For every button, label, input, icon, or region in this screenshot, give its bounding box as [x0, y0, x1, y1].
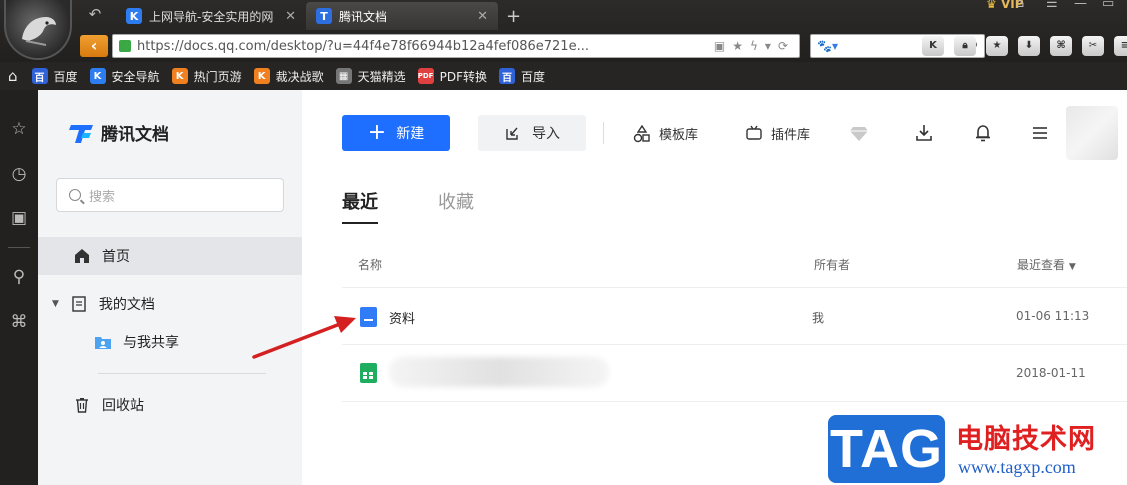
- back-arrow-icon[interactable]: ↶: [84, 5, 106, 23]
- table-header: 名称 所有者 最近查看 ▼: [342, 250, 1127, 288]
- lock-icon: [119, 40, 131, 52]
- bookmark-safe-nav[interactable]: K 安全导航: [89, 68, 160, 85]
- sidebar-item-my-docs[interactable]: ▼ 我的文档: [38, 285, 302, 323]
- tmall-icon: ▦: [335, 68, 352, 84]
- tab-recent[interactable]: 最近: [342, 188, 378, 224]
- sidebar-divider: [98, 373, 266, 374]
- tab-favorites[interactable]: 收藏: [438, 188, 474, 224]
- close-tab-icon[interactable]: ✕: [477, 9, 488, 24]
- bookmarks-bar: ⌂ 百百度 K 安全导航 K 热门页游 K 裁决战歌 ▦ 天猫精选 PDF PDF转换 百…: [0, 62, 1127, 90]
- blurred-file-name[interactable]: [389, 357, 609, 387]
- gamepad-icon[interactable]: ⌘: [1050, 36, 1072, 56]
- maximize-icon[interactable]: ▭: [1102, 0, 1114, 11]
- sheet-file-icon: [360, 363, 377, 383]
- minimize-icon[interactable]: —: [1074, 0, 1087, 11]
- scissors-icon[interactable]: ✂: [1082, 36, 1104, 56]
- bell-icon[interactable]: [973, 123, 993, 143]
- lock-toolbar-icon[interactable]: 🔒︎: [954, 36, 976, 56]
- bookmark-games[interactable]: K 热门页游: [171, 68, 242, 85]
- watermark-tag-logo: TAG: [828, 415, 945, 483]
- import-button[interactable]: 导入: [478, 115, 586, 151]
- sidebar-item-shared[interactable]: 与我共享: [38, 323, 302, 361]
- search-icon[interactable]: ⚲: [8, 266, 30, 288]
- column-recent[interactable]: 最近查看 ▼: [1017, 256, 1076, 273]
- watermark-url: www.tagxp.com: [958, 457, 1076, 477]
- back-button[interactable]: ‹: [80, 35, 108, 57]
- browser-tab[interactable]: K 上网导航-安全实用的网 ✕: [116, 2, 306, 30]
- close-tab-icon[interactable]: ✕: [285, 9, 296, 24]
- sidebar-item-trash[interactable]: 回收站: [38, 386, 302, 424]
- doc-file-icon: [360, 307, 377, 327]
- baidu-paw-icon[interactable]: 🐾▾: [817, 39, 838, 53]
- favorites-icon[interactable]: ★: [986, 36, 1008, 56]
- download-icon[interactable]: ⬇: [1018, 36, 1040, 56]
- table-row[interactable]: 资料 我 01-06 11:13: [342, 288, 1127, 345]
- hamburger-menu-icon[interactable]: [1030, 123, 1050, 143]
- pdf-icon: PDF: [417, 68, 434, 84]
- skin-icon[interactable]: ⌂: [1016, 0, 1024, 11]
- browser-tab-active[interactable]: T 腾讯文档 ✕: [306, 2, 498, 30]
- document-icon: [71, 296, 87, 312]
- search-icon: [69, 189, 81, 201]
- more-icon[interactable]: ≡: [1114, 36, 1127, 56]
- bookmark-baidu[interactable]: 百百度: [31, 68, 78, 85]
- docs-sidebar: 腾讯文档 搜索 首页 ▼ 我的文档 与我共享 回收站: [38, 90, 302, 485]
- k-game-icon: K: [171, 68, 188, 84]
- shield-icon: K: [126, 8, 142, 24]
- baidu-icon: 百: [499, 68, 515, 84]
- diamond-icon[interactable]: [849, 123, 869, 143]
- navigation-row: ‹ https://docs.qq.com/desktop/?u=44f4e78…: [72, 32, 1127, 60]
- baidu-icon: 百: [31, 68, 48, 84]
- search-input[interactable]: 搜索: [56, 178, 284, 212]
- browser-logo[interactable]: [4, 0, 72, 60]
- shapes-icon: [633, 124, 650, 142]
- bookmark-tmall[interactable]: ▦ 天猫精选: [335, 68, 406, 85]
- k-game-icon: K: [253, 68, 270, 84]
- brand-logo[interactable]: 腾讯文档: [69, 120, 169, 145]
- home-icon: [74, 248, 90, 264]
- tencent-docs-favicon: T: [316, 8, 332, 24]
- home-icon[interactable]: ⌂: [8, 67, 18, 85]
- new-button[interactable]: + 新建: [342, 115, 450, 151]
- column-name: 名称: [358, 258, 383, 272]
- address-bar[interactable]: https://docs.qq.com/desktop/?u=44f4e78f6…: [112, 34, 800, 58]
- briefcase-icon[interactable]: ▣: [8, 207, 30, 229]
- plugin-library-button[interactable]: 插件库: [745, 124, 810, 143]
- column-owner: 所有者: [814, 258, 851, 272]
- download-icon[interactable]: [914, 123, 934, 143]
- gamepad-icon[interactable]: ⌘: [8, 311, 30, 333]
- shield-icon: K: [89, 68, 106, 84]
- kuaizhan-icon[interactable]: K: [922, 36, 944, 56]
- shared-folder-icon: [95, 334, 111, 350]
- menu-icon[interactable]: ☰: [1046, 0, 1058, 11]
- watermark-title: 电脑技术网: [956, 424, 1096, 455]
- avatar[interactable]: [1066, 106, 1118, 160]
- import-icon: [506, 127, 518, 140]
- bookmark-caijue[interactable]: K 裁决战歌: [253, 68, 324, 85]
- site-watermark: TAG 电脑技术网 www.tagxp.com: [828, 413, 1127, 485]
- trash-icon: [74, 397, 90, 413]
- toolbar-divider: [603, 122, 604, 144]
- monitor-icon: [746, 125, 762, 140]
- address-bar-icons[interactable]: ▣★ϟ▾⟳: [714, 39, 799, 53]
- doc-tabs: 最近 收藏: [342, 188, 534, 224]
- plus-icon: +: [367, 120, 387, 145]
- tencent-docs-logo-icon: [69, 124, 93, 143]
- cheetah-icon: [22, 17, 56, 46]
- rail-divider: [8, 247, 30, 248]
- bookmark-pdf[interactable]: PDF PDF转换: [417, 68, 487, 85]
- bookmark-baidu-2[interactable]: 百百度: [499, 68, 545, 85]
- star-icon[interactable]: ☆: [8, 118, 30, 140]
- table-row[interactable]: 2018-01-11: [342, 345, 1127, 402]
- clock-icon[interactable]: ◷: [8, 163, 30, 185]
- browser-chrome: ↶ K 上网导航-安全实用的网 ✕ T 腾讯文档 ✕ + ♛ VIP ⌂ ☰ —…: [0, 0, 1127, 90]
- browser-side-rail: ☆ ◷ ▣ ⚲ ⌘: [0, 90, 38, 485]
- caret-down-icon[interactable]: ▼: [52, 299, 59, 309]
- sort-caret-icon: ▼: [1068, 262, 1076, 272]
- sidebar-item-home[interactable]: 首页: [38, 237, 302, 275]
- new-tab-button[interactable]: +: [506, 6, 521, 27]
- template-library-button[interactable]: 模板库: [633, 124, 698, 143]
